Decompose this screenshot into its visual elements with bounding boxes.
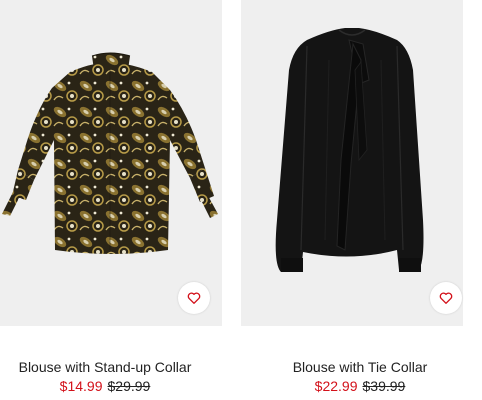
product-card: Blouse with Tie Collar $22.99 $39.99: [241, 0, 463, 400]
sale-price: $22.99: [314, 378, 358, 394]
black-blouse-image: [275, 28, 424, 272]
original-price: $39.99: [362, 378, 406, 394]
product-title[interactable]: Blouse with Tie Collar: [249, 359, 471, 375]
sale-price: $14.99: [59, 378, 103, 394]
original-price: $29.99: [107, 378, 151, 394]
product-prices: $14.99 $29.99: [0, 378, 216, 394]
product-card: Blouse with Stand-up Collar $14.99 $29.99: [0, 0, 222, 400]
product-prices: $22.99 $39.99: [249, 378, 471, 394]
favorite-button[interactable]: [178, 282, 210, 314]
product-title[interactable]: Blouse with Stand-up Collar: [0, 359, 216, 375]
product-grid: Blouse with Stand-up Collar $14.99 $29.99: [0, 0, 482, 400]
product-image[interactable]: [0, 0, 222, 326]
product-image[interactable]: [241, 0, 463, 326]
heart-outline-icon: [187, 292, 201, 304]
paisley-blouse-image: [2, 52, 218, 254]
favorite-button[interactable]: [430, 282, 462, 314]
heart-outline-icon: [439, 292, 453, 304]
